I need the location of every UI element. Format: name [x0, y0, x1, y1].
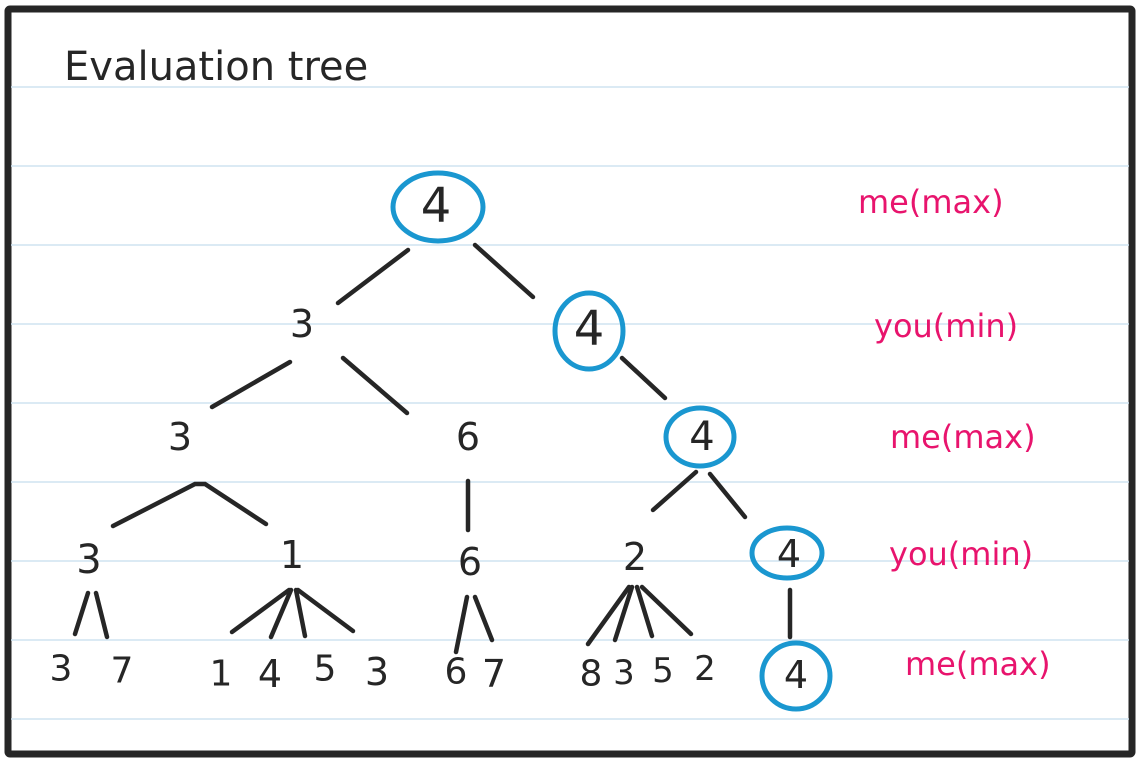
level-label-2: me(max): [890, 418, 1036, 456]
evaluation-tree-board: Evaluation tree 4 3 4 3 6 4 3 1 6 2 4 3 …: [4, 5, 1136, 758]
level-label-4: me(max): [905, 645, 1051, 683]
node-d1-0: 3: [290, 302, 314, 346]
node-d3-2: 6: [458, 540, 482, 584]
leaf-2: 1: [210, 654, 233, 695]
level-label-1: you(min): [874, 307, 1018, 345]
leaf-11: 2: [694, 649, 716, 689]
diagram-title: Evaluation tree: [64, 44, 368, 90]
leaf-10: 5: [652, 651, 674, 691]
node-d1-1: 4: [574, 301, 605, 357]
leaf-3: 4: [258, 652, 282, 696]
node-d3-0: 3: [76, 537, 101, 583]
node-d2-2: 4: [689, 414, 714, 460]
level-label-3: you(min): [889, 535, 1033, 573]
leaf-5: 3: [365, 650, 389, 694]
leaf-1: 7: [111, 651, 134, 692]
leaf-0: 3: [50, 649, 73, 690]
leaf-8: 8: [580, 654, 603, 695]
node-d2-1: 6: [456, 415, 480, 459]
leaf-12: 4: [784, 653, 808, 697]
node-d3-4: 4: [777, 532, 801, 576]
node-d2-0: 3: [168, 415, 192, 459]
board-frame: [4, 5, 1136, 758]
node-root: 4: [421, 178, 452, 234]
level-label-0: me(max): [858, 183, 1004, 221]
leaf-4: 5: [314, 649, 337, 690]
leaf-7: 7: [482, 652, 506, 696]
node-d3-1: 1: [280, 533, 304, 577]
leaf-9: 3: [613, 653, 635, 693]
leaf-6: 6: [445, 652, 468, 693]
node-d3-3: 2: [623, 535, 647, 579]
